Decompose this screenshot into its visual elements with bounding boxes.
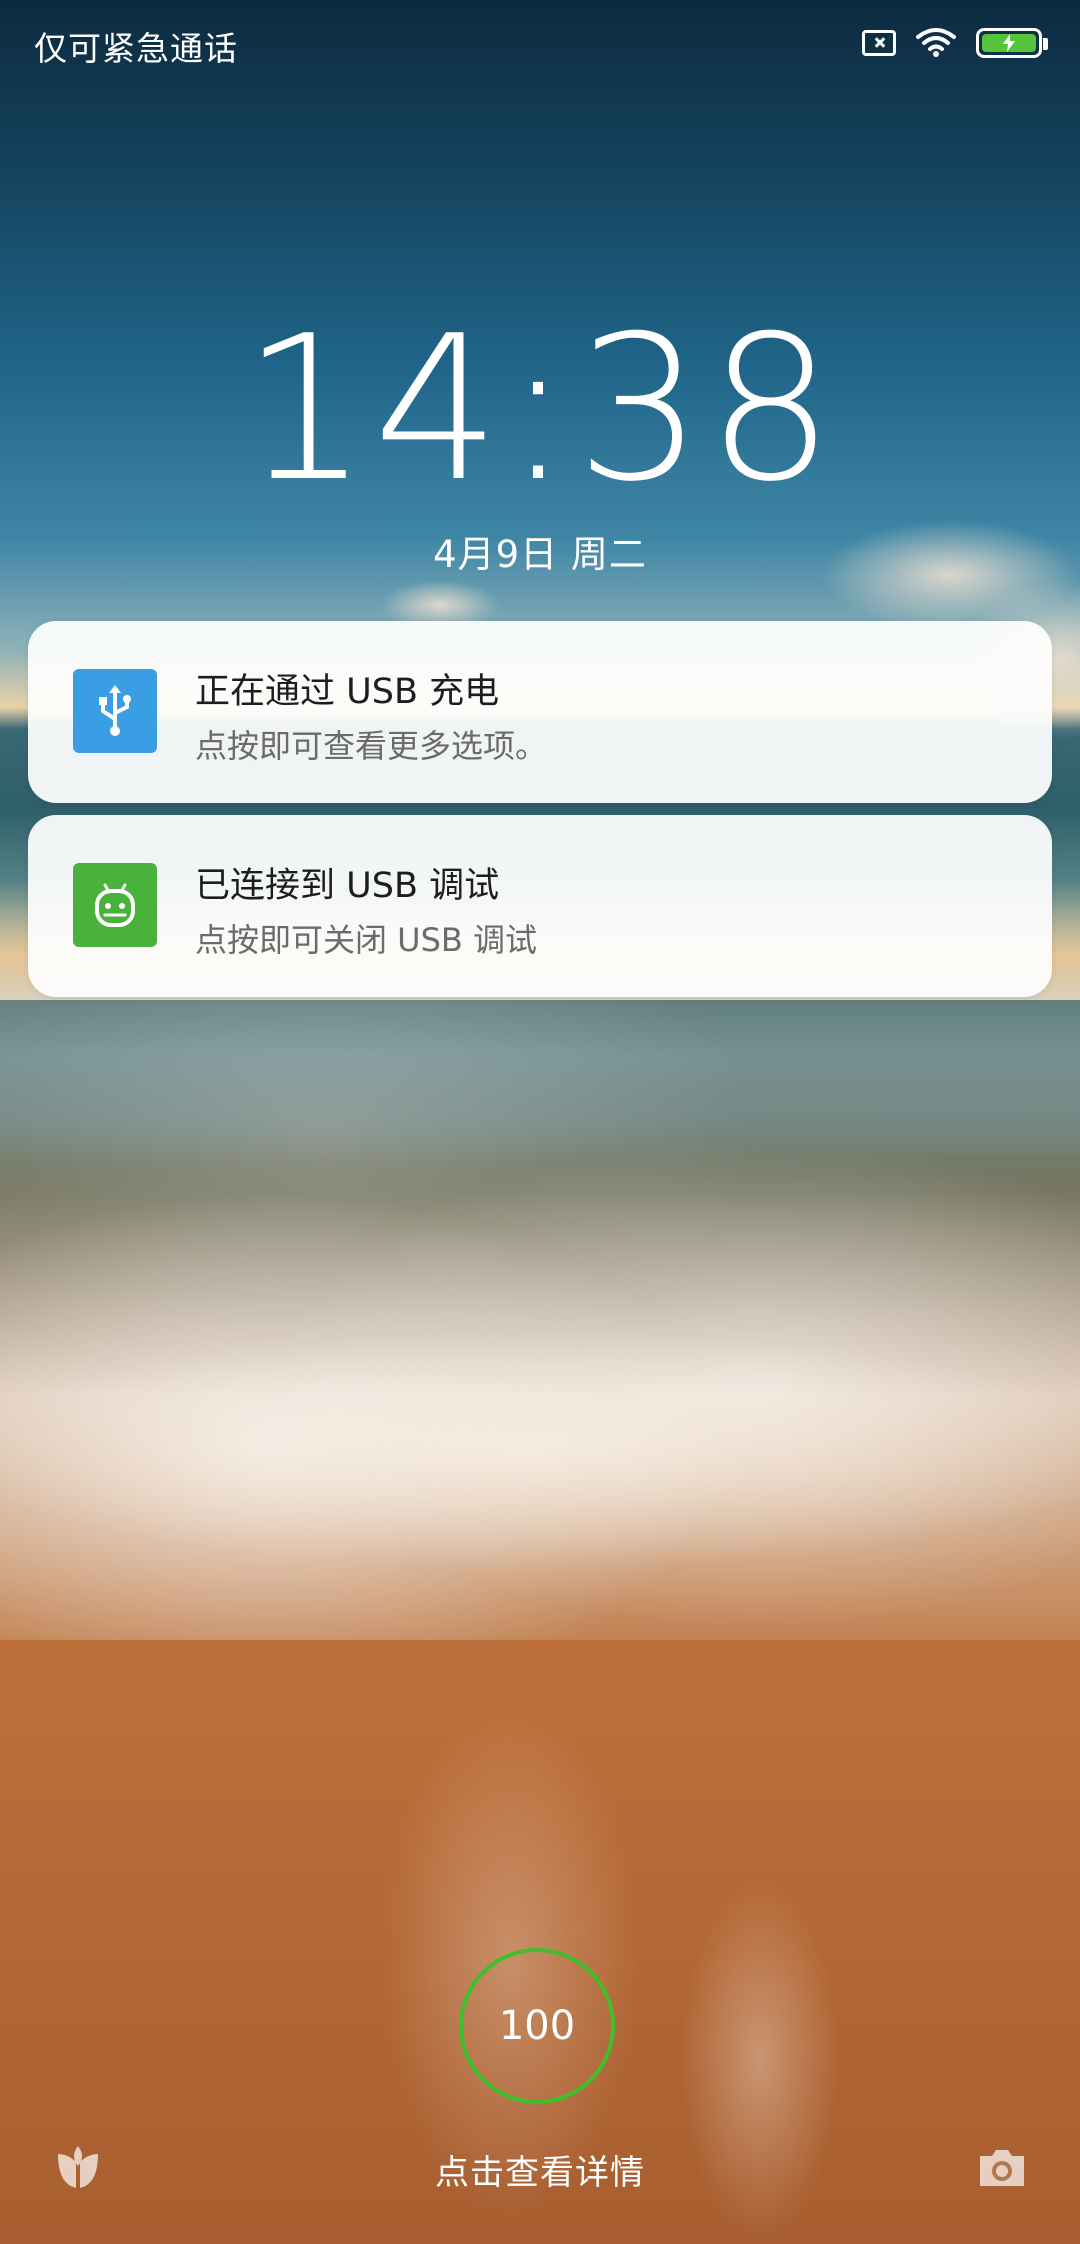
status-bar: 仅可紧急通话: [0, 0, 1080, 90]
battery-charging-icon: [976, 28, 1048, 58]
status-icons: [862, 28, 1048, 58]
lockscreen-clock: 14:38: [241, 293, 839, 526]
wifi-icon: [916, 28, 956, 57]
camera-icon[interactable]: [974, 2140, 1030, 2196]
notification-text: 点按即可关闭 USB 调试: [195, 921, 538, 959]
no-sim-icon: [862, 30, 896, 56]
view-details-hint[interactable]: 点击查看详情: [0, 2145, 1080, 2194]
wallpaper-foam: [0, 1330, 1080, 1570]
notification-title: 已连接到 USB 调试: [195, 866, 500, 906]
notification-title: 正在通过 USB 充电: [195, 672, 500, 712]
battery-level-ring: 100: [459, 1948, 615, 2104]
lock-screen: 仅可紧急通话 14:38 4月9日 周二 正在通过 USB 充电 点按即可查看更…: [0, 0, 1080, 2244]
notification-text: 点按即可查看更多选项。: [195, 727, 548, 765]
notification-usb-debugging[interactable]: 已连接到 USB 调试 点按即可关闭 USB 调试: [28, 815, 1052, 997]
carrier-label: 仅可紧急通话: [34, 29, 238, 68]
usb-icon: [73, 669, 157, 753]
android-debug-icon: [73, 863, 157, 947]
notification-usb-charging[interactable]: 正在通过 USB 充电 点按即可查看更多选项。: [28, 621, 1052, 803]
battery-level-text: 100: [498, 2003, 576, 2049]
leaf-icon[interactable]: [50, 2140, 106, 2196]
lockscreen-date: 4月9日 周二: [433, 533, 647, 576]
